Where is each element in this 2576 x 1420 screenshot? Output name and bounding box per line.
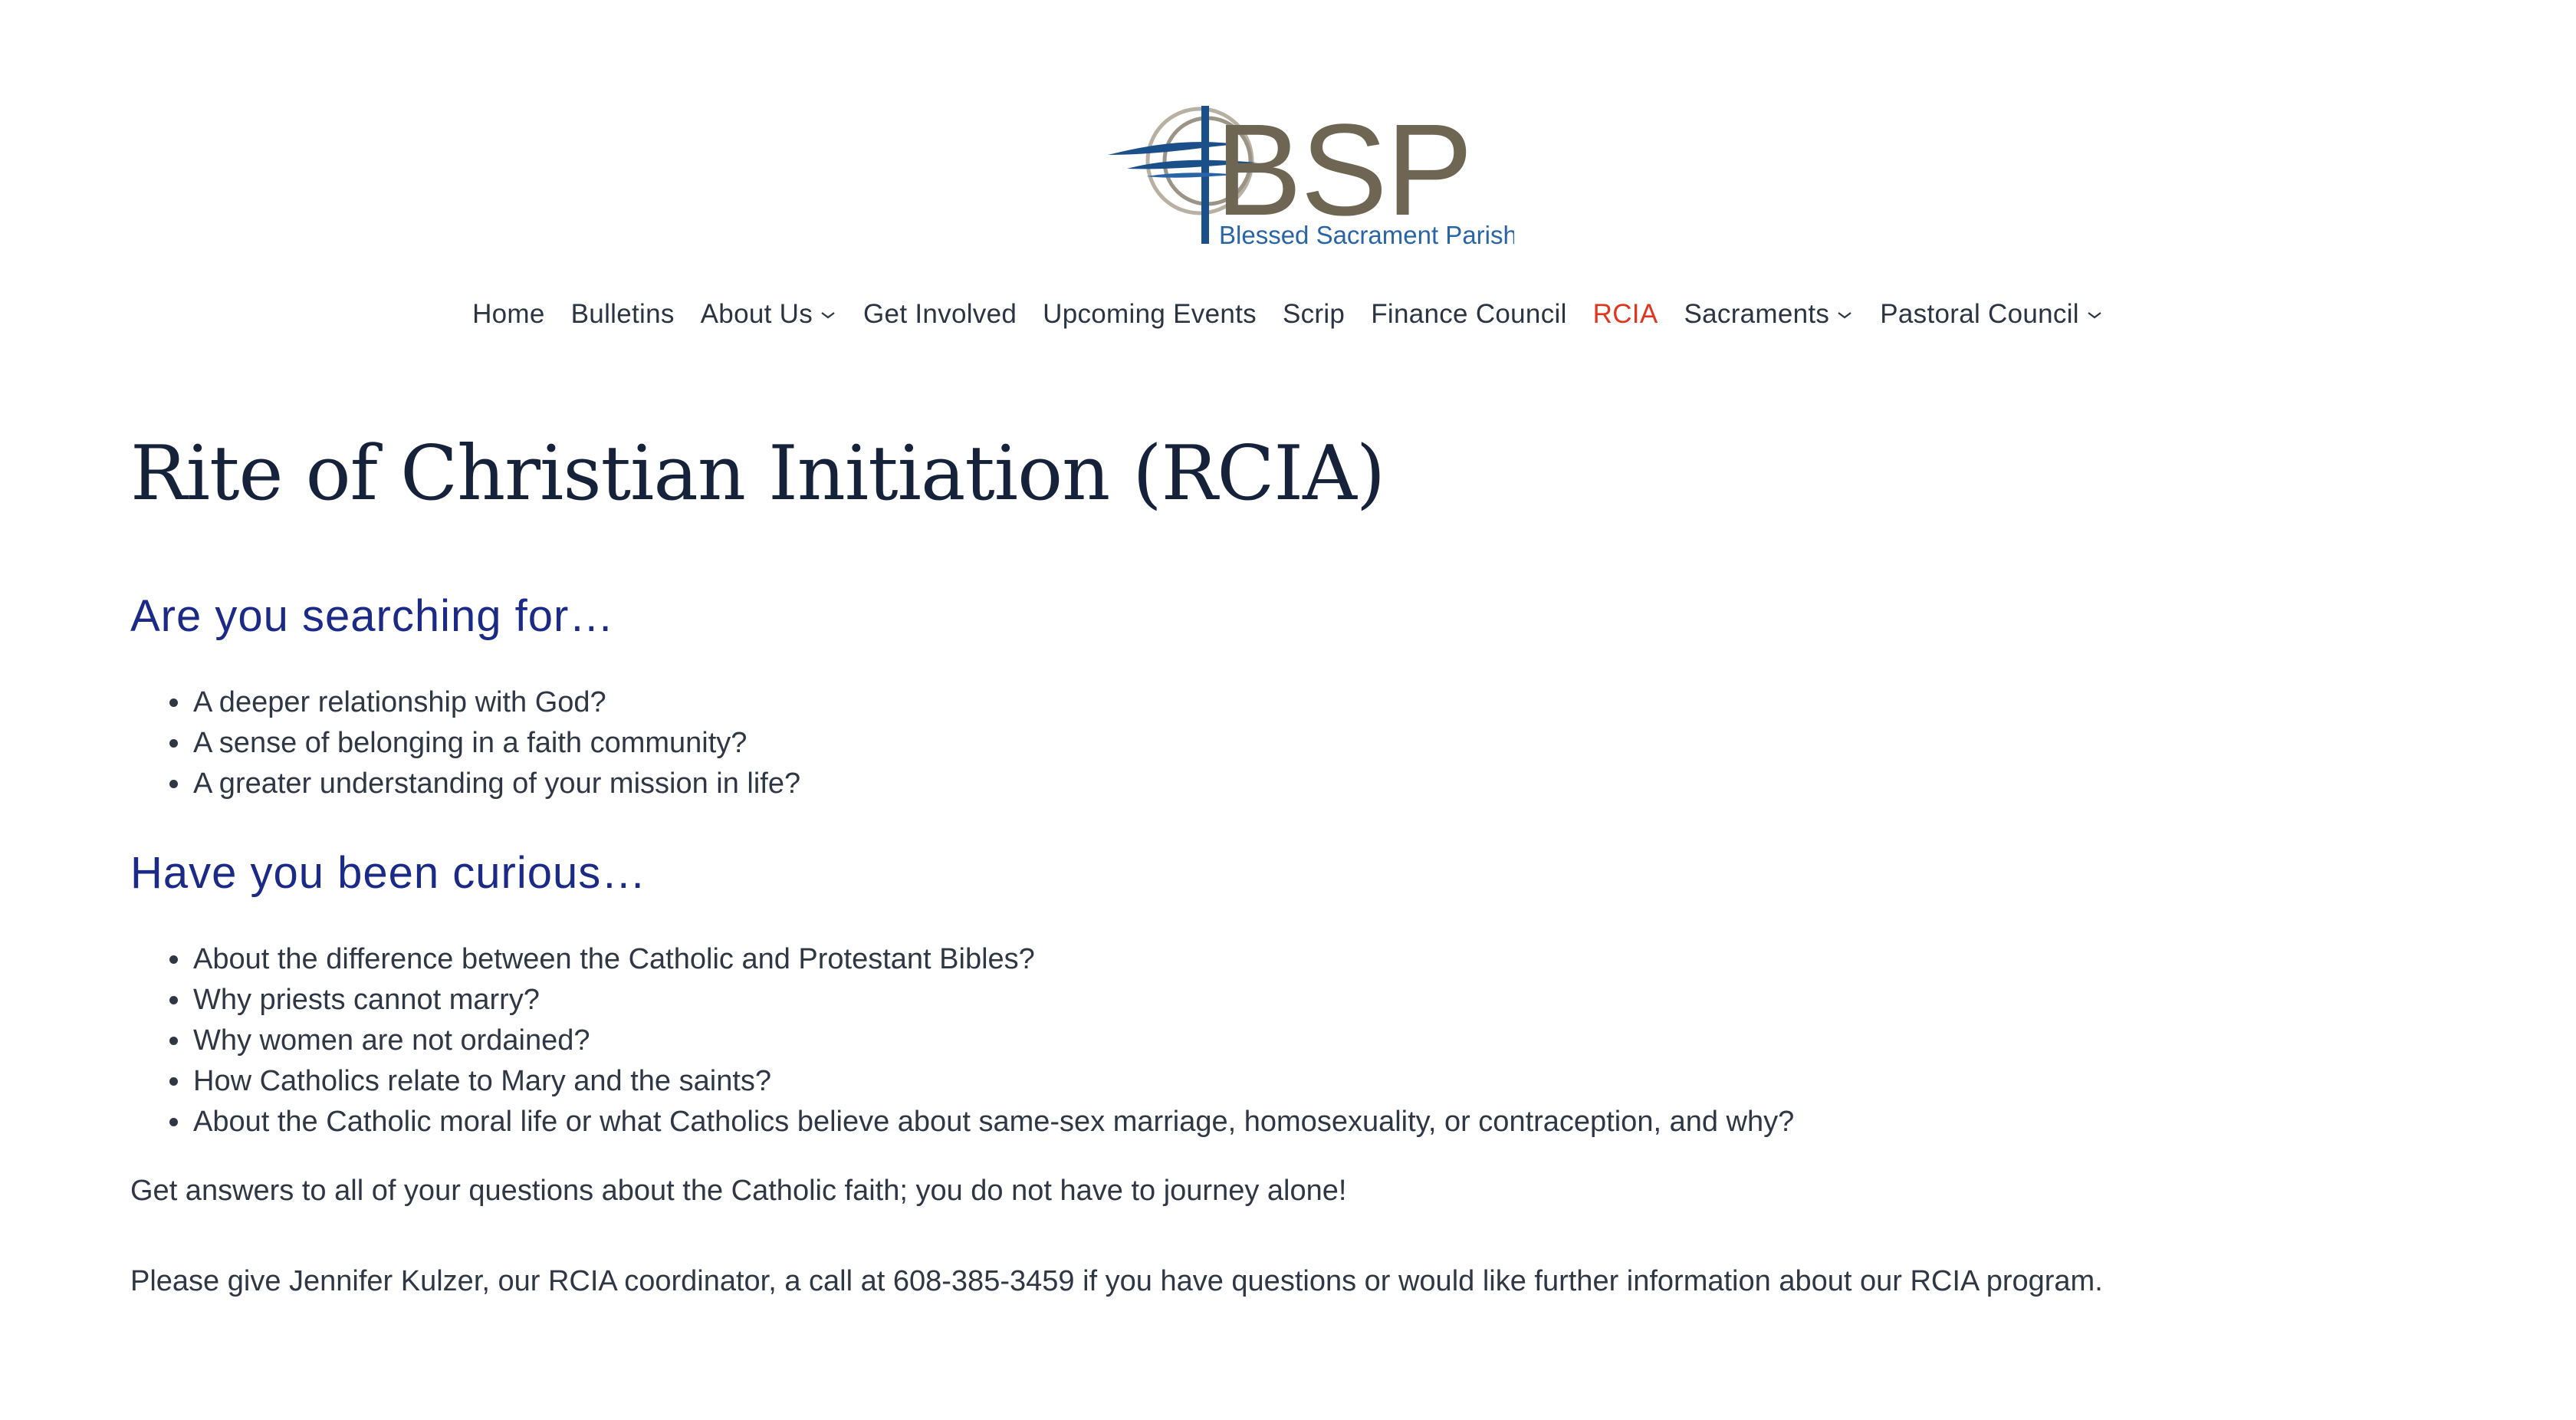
main-content: Rite of Christian Initiation (RCIA) Are … <box>130 429 2430 1297</box>
nav-sacraments-label: Sacraments <box>1684 299 1830 329</box>
nav-scrip[interactable]: Scrip <box>1283 299 1345 330</box>
contact-paragraph: Please give Jennifer Kulzer, our RCIA co… <box>130 1265 2103 1297</box>
nav-scrip-label: Scrip <box>1282 299 1346 329</box>
list-item: About the Catholic moral life or what Ca… <box>192 1102 1794 1142</box>
nav-bulletins-label: Bulletins <box>570 299 675 329</box>
list-item: How Catholics relate to Mary and the sai… <box>192 1061 1794 1102</box>
chevron-down-icon <box>1838 312 1852 319</box>
list-item: A greater understanding of your mission … <box>192 764 800 804</box>
chevron-down-icon <box>2088 312 2101 319</box>
list-item: About the difference between the Catholi… <box>192 939 1794 980</box>
list-item: Why women are not ordained? <box>192 1021 1794 1061</box>
section-heading-searching: Are you searching for… <box>130 591 615 641</box>
nav-finance-council[interactable]: Finance Council <box>1371 299 1566 330</box>
curious-list: About the difference between the Catholi… <box>130 939 1794 1142</box>
nav-upcoming-events[interactable]: Upcoming Events <box>1043 299 1257 330</box>
nav-pastoral-council-label: Pastoral Council <box>1880 299 2079 329</box>
nav-about-us[interactable]: About Us <box>701 299 837 330</box>
nav-rcia-label: RCIA <box>1592 299 1658 329</box>
nav-upcoming-events-label: Upcoming Events <box>1043 299 1257 329</box>
searching-list: A deeper relationship with God? A sense … <box>130 682 800 804</box>
nav-bulletins[interactable]: Bulletins <box>571 299 675 330</box>
site-header: BSP Blessed Sacrament Parish Home Bullet… <box>0 0 2576 360</box>
nav-home[interactable]: Home <box>472 299 545 330</box>
page-title: Rite of Christian Initiation (RCIA) <box>130 430 1385 518</box>
main-nav: Home Bulletins About Us Get Involved Upc… <box>0 299 2576 330</box>
svg-text:Blessed Sacrament Parish: Blessed Sacrament Parish <box>1219 221 1514 249</box>
chevron-down-icon <box>821 312 835 319</box>
nav-get-involved[interactable]: Get Involved <box>863 299 1017 330</box>
list-item: Why priests cannot marry? <box>192 980 1794 1021</box>
section-heading-curious: Have you been curious… <box>130 848 647 898</box>
nav-home-label: Home <box>472 299 545 329</box>
bsp-logo-icon: BSP Blessed Sacrament Parish <box>1108 97 1517 249</box>
nav-get-involved-label: Get Involved <box>863 299 1017 329</box>
nav-rcia[interactable]: RCIA <box>1593 299 1658 330</box>
nav-pastoral-council[interactable]: Pastoral Council <box>1880 299 2104 330</box>
nav-about-us-label: About Us <box>700 299 813 329</box>
list-item: A deeper relationship with God? <box>192 682 800 723</box>
nav-finance-council-label: Finance Council <box>1371 299 1567 329</box>
nav-sacraments[interactable]: Sacraments <box>1684 299 1854 330</box>
list-item: A sense of belonging in a faith communit… <box>192 723 800 764</box>
site-logo[interactable]: BSP Blessed Sacrament Parish <box>1092 97 1517 253</box>
answers-paragraph: Get answers to all of your questions abo… <box>130 1175 1347 1207</box>
